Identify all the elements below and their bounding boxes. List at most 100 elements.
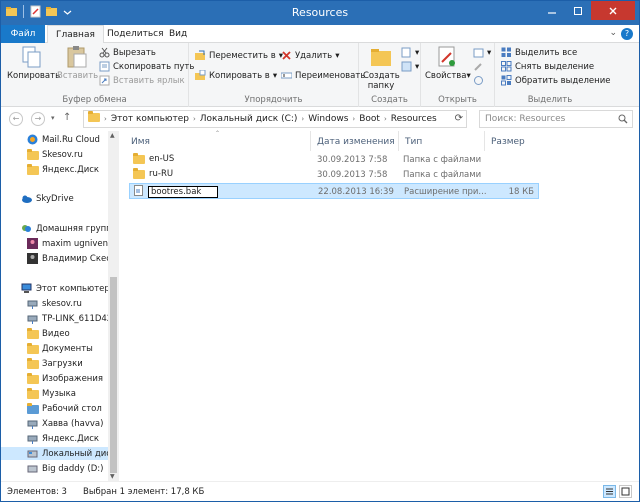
breadcrumb-separator[interactable]: › (193, 115, 196, 123)
maximize-button[interactable] (565, 1, 591, 20)
properties-icon (435, 45, 459, 69)
nav-item-label: skesov.ru (42, 298, 82, 309)
nav-item[interactable]: TP-LINK_611D42: (27, 312, 115, 325)
table-row[interactable]: ru-RU 30.09.2013 7:58 Папка с файлами (129, 167, 539, 182)
scroll-up-icon[interactable]: ▲ (110, 132, 115, 139)
edit-button[interactable] (473, 60, 484, 73)
minimize-button[interactable] (539, 1, 565, 20)
copy-path-label: Скопировать путь (113, 61, 195, 72)
back-button[interactable]: ← (9, 112, 23, 126)
breadcrumb-separator[interactable]: › (384, 115, 387, 123)
properties-button[interactable]: Свойства▾ (425, 45, 471, 81)
clipboard-group-label: Буфер обмена (62, 95, 127, 105)
nav-item[interactable]: Загрузки (27, 357, 83, 370)
homegroup-icon (21, 223, 32, 234)
select-all-button[interactable]: Выделить все (501, 46, 577, 59)
nav-item-label: Музыка (42, 388, 76, 399)
paste-button[interactable]: Вставить (57, 45, 98, 81)
column-header-label: Имя (131, 137, 150, 147)
copy-to-button[interactable]: Копировать в ▾ (195, 69, 277, 82)
delete-button[interactable]: Удалить ▾ (281, 49, 339, 62)
nav-item-label: Домашняя группа (36, 223, 117, 234)
chevron-down-icon[interactable]: ⌄ (609, 28, 617, 38)
column-header-size[interactable]: Размер (485, 131, 545, 151)
nav-item[interactable]: Видео (27, 327, 70, 340)
local-disk-icon (27, 448, 38, 459)
nav-item-label: maxim ugnivenk (42, 238, 113, 249)
nav-item[interactable]: SkyDrive (21, 192, 74, 205)
new-folder-button[interactable]: Создать папку (363, 45, 400, 91)
new-item-button[interactable]: ▾ (401, 46, 419, 59)
tab-view[interactable]: Вид (161, 25, 195, 43)
paste-shortcut-button[interactable]: Вставить ярлык (99, 74, 185, 87)
help-icon[interactable]: ? (621, 28, 633, 40)
nav-item[interactable]: Mail.Ru Cloud (27, 133, 100, 146)
folder-icon (27, 149, 39, 160)
nav-item-selected[interactable]: Локальный диск (1, 447, 116, 460)
refresh-icon[interactable]: ⟳ (455, 113, 463, 124)
column-header-date[interactable]: Дата изменения (311, 131, 399, 151)
select-none-button[interactable]: Снять выделение (501, 60, 594, 73)
history-button[interactable] (473, 74, 484, 87)
rename-button[interactable]: Переименовать (280, 69, 365, 82)
copy-path-button[interactable]: Скопировать путь (99, 60, 194, 73)
scrollbar-thumb[interactable] (110, 277, 117, 473)
history-icon (473, 75, 484, 86)
breadcrumb-item[interactable]: Локальный диск (C:) (200, 114, 298, 124)
breadcrumb-separator[interactable]: › (104, 115, 107, 123)
pictures-folder-icon (27, 373, 39, 384)
nav-item[interactable]: Big daddy (D:) (27, 462, 103, 475)
address-bar[interactable]: › Этот компьютер › Локальный диск (C:) ›… (83, 110, 467, 128)
nav-item[interactable]: maxim ugnivenk (27, 237, 113, 250)
file-type: Расширение при... (404, 187, 487, 197)
cloud-icon (27, 134, 38, 145)
copy-button[interactable]: Копировать (7, 45, 60, 81)
breadcrumb-item[interactable]: Этот компьютер (111, 114, 189, 124)
breadcrumb-separator[interactable]: › (352, 115, 355, 123)
breadcrumb-item[interactable]: Boot (359, 114, 380, 124)
nav-item[interactable]: Документы (27, 342, 93, 355)
nav-item[interactable]: skesov.ru (27, 297, 82, 310)
breadcrumb-separator[interactable]: › (301, 115, 304, 123)
search-input[interactable]: Поиск: Resources (479, 110, 633, 128)
nav-item[interactable]: Яндекс.Диск (27, 163, 99, 176)
nav-item[interactable]: Владимир Скесо (27, 252, 116, 265)
column-header-type[interactable]: Тип (399, 131, 485, 151)
cut-button[interactable]: Вырезать (99, 46, 156, 59)
search-icon[interactable] (618, 114, 628, 127)
nav-item[interactable]: Рабочий стол (27, 402, 102, 415)
invert-selection-button[interactable]: Обратить выделение (501, 74, 610, 87)
up-arrow-icon[interactable]: ↑ (63, 112, 71, 123)
rename-input[interactable]: bootres.bak (148, 186, 218, 198)
table-row[interactable]: en-US 30.09.2013 7:58 Папка с файлами (129, 152, 539, 167)
details-view-button[interactable] (603, 485, 616, 498)
tab-home[interactable]: Главная (47, 25, 104, 44)
nav-item[interactable]: Этот компьютер (21, 282, 110, 295)
chevron-down-icon: ▾ (415, 47, 420, 58)
table-row-selected[interactable]: bootres.bak 22.08.2013 16:39 Расширение … (129, 183, 539, 199)
large-icons-view-button[interactable] (619, 485, 632, 498)
nav-item[interactable]: Skesov.ru (27, 148, 83, 161)
column-header-name[interactable]: ⌃ Имя (125, 130, 311, 151)
move-to-button[interactable]: Переместить в ▾ (195, 49, 283, 62)
nav-item[interactable]: Домашняя группа (21, 222, 117, 235)
nav-item[interactable]: Изображения (27, 372, 103, 385)
forward-button[interactable]: → (31, 112, 45, 126)
nav-pane-scrollbar[interactable]: ▲ ▼ (108, 131, 119, 481)
easy-access-button[interactable]: ▾ (401, 60, 419, 73)
tab-file[interactable]: Файл (1, 25, 45, 43)
select-group: Выделить все Снять выделение Обратить вы… (495, 43, 610, 107)
close-button[interactable] (591, 1, 635, 20)
nav-item-label: Рабочий стол (42, 403, 102, 414)
recent-locations-chevron-icon[interactable]: ▾ (51, 114, 55, 122)
nav-item-label: Этот компьютер (36, 283, 110, 294)
breadcrumb-item[interactable]: Resources (391, 114, 437, 124)
nav-item[interactable]: Яндекс.Диск (27, 432, 99, 445)
nav-item[interactable]: Музыка (27, 387, 76, 400)
item-count: Элементов: 3 (7, 487, 67, 497)
scroll-down-icon[interactable]: ▼ (110, 473, 115, 480)
ribbon: Копировать Вставить Вырезать Скопировать… (1, 43, 639, 107)
nav-item[interactable]: Хавва (havva) (27, 417, 103, 430)
open-button[interactable]: ▾ (473, 46, 491, 59)
breadcrumb-item[interactable]: Windows (308, 114, 348, 124)
